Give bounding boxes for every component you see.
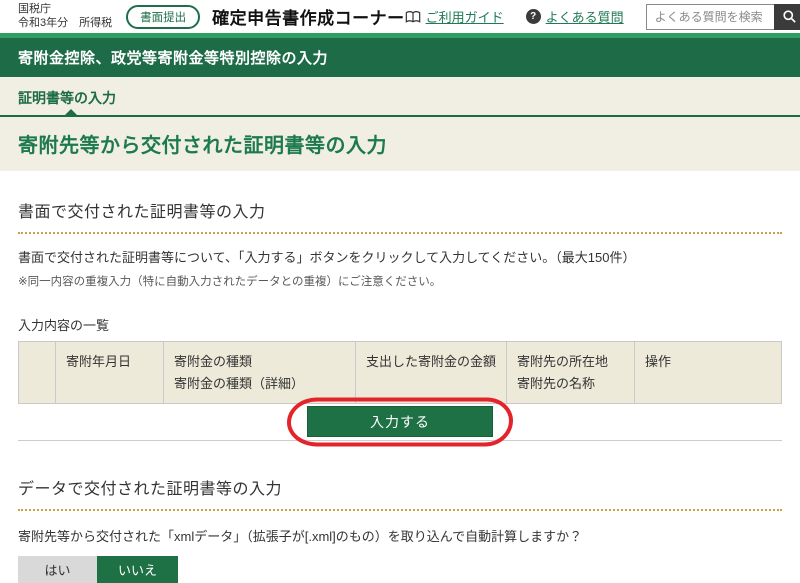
section-banner: 寄附金控除、政党等寄附金等特別控除の入力 [0, 38, 800, 77]
table-header-row: 寄附年月日 寄附金の種類 寄附金の種類（詳細） 支出した寄附金の金額 寄附先の所… [18, 340, 782, 405]
step-pointer-icon [64, 109, 78, 116]
submission-type-badge: 書面提出 [126, 4, 201, 29]
no-button[interactable]: いいえ [97, 556, 178, 583]
main-content: 書面で交付された証明書等の入力 書面で交付された証明書等について、「入力する」ボ… [0, 198, 800, 583]
faq-link-label[interactable]: よくある質問 [546, 7, 624, 26]
magnifier-icon [782, 9, 797, 24]
book-icon [405, 10, 421, 24]
step-tab-label: 証明書等の入力 [18, 90, 116, 106]
section-banner-title: 寄附金控除、政党等寄附金等特別控除の入力 [18, 50, 329, 67]
search-input[interactable] [645, 3, 774, 30]
tax-year: 令和3年分 所得税 [18, 16, 113, 29]
col-actions: 操作 [634, 340, 782, 405]
search-button[interactable] [773, 3, 800, 30]
xml-import-question: 寄附先等から交付された「xmlデータ」（拡張子が[.xml]のもの）を取り込んで… [18, 529, 583, 545]
data-section-heading: データで交付された証明書等の入力 [18, 475, 782, 512]
input-button-row: 入力する [18, 397, 782, 447]
agency-info: 国税庁 令和3年分 所得税 [18, 3, 112, 31]
col-donation-date: 寄附年月日 [55, 340, 164, 405]
site-header: 国税庁 令和3年分 所得税 書面提出 確定申告書作成コーナー ご利用ガイド ? … [0, 0, 800, 33]
col-recipient: 寄附先の所在地 寄附先の名称 [506, 340, 636, 405]
paper-instruction: 書面で交付された証明書等について、「入力する」ボタンをクリックして入力してくださ… [18, 250, 636, 265]
guide-link[interactable]: ご利用ガイド [405, 7, 504, 26]
col-select [18, 340, 56, 405]
paper-section-heading: 書面で交付された証明書等の入力 [18, 198, 782, 234]
page-title: 寄附先等から交付された証明書等の入力 [18, 135, 387, 157]
faq-search [645, 3, 800, 30]
question-circle-icon: ? [525, 9, 541, 24]
col-donation-amount: 支出した寄附金の金額 [354, 340, 508, 405]
input-button[interactable]: 入力する [307, 406, 493, 438]
yes-button[interactable]: はい [18, 556, 97, 583]
title-area: 証明書等の入力 寄附先等から交付された証明書等の入力 [0, 77, 800, 171]
table-label: 入力内容の一覧 [18, 318, 110, 333]
donation-entries-table: 寄附年月日 寄附金の種類 寄附金の種類（詳細） 支出した寄附金の金額 寄附先の所… [18, 340, 782, 405]
agency-name: 国税庁 [18, 2, 51, 15]
col-donation-type: 寄附金の種類 寄附金の種類（詳細） [163, 340, 356, 405]
faq-link[interactable]: ? よくある質問 [525, 7, 624, 26]
input-button-wrap: 入力する [287, 397, 513, 447]
duplicate-warning-note: ※同一内容の重複入力（特に自動入力されたデータとの重複）にご注意ください。 [18, 276, 442, 288]
step-divider [0, 109, 800, 117]
app-title: 確定申告書作成コーナー [212, 9, 405, 28]
xml-import-toggle: はい いいえ [18, 556, 782, 583]
guide-link-label[interactable]: ご利用ガイド [426, 7, 504, 26]
